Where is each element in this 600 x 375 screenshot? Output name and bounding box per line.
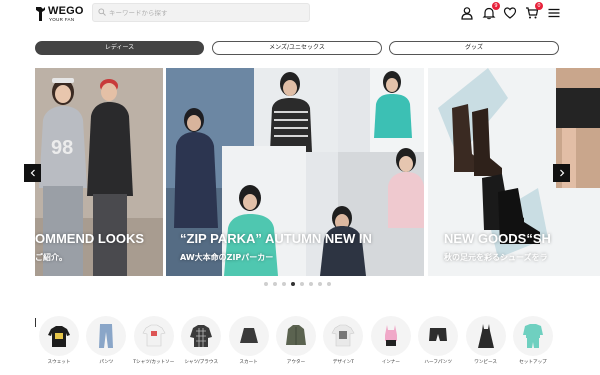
- category-thumbnail: [181, 316, 222, 356]
- category-item[interactable]: スウェット: [37, 316, 81, 370]
- category-thumbnail: [370, 316, 411, 356]
- brand-name: WEGO: [48, 5, 84, 17]
- carousel-prev-button[interactable]: [24, 164, 41, 182]
- chevron-left-icon: [30, 169, 35, 177]
- site-header: WEGO YOUR FAN 9 0: [0, 0, 600, 30]
- hero-carousel: 98 OMMEND LOOKS ご紹介。 “ZIP PARKA” AUTUMN …: [0, 68, 600, 276]
- cart-button[interactable]: 0: [525, 2, 543, 19]
- tab-ladies[interactable]: レディース: [35, 41, 204, 55]
- slide-zip-parka[interactable]: “ZIP PARKA” AUTUMN NEW IN AW大本命のZIPパーカー: [166, 68, 424, 276]
- carousel-next-button[interactable]: [553, 164, 570, 182]
- carousel-dot[interactable]: [264, 282, 268, 286]
- category-label: ハーフパンツ: [424, 360, 452, 365]
- category-label: インナー: [381, 360, 400, 365]
- carousel-dot[interactable]: [291, 282, 295, 286]
- skirt-icon: [239, 328, 258, 343]
- category-item[interactable]: ハーフパンツ: [416, 316, 460, 370]
- user-icon: [461, 7, 473, 20]
- category-label: アウター: [286, 360, 306, 365]
- category-item[interactable]: パンツ: [84, 316, 128, 370]
- category-label: スウェット: [47, 360, 71, 365]
- plaid-shirt-icon: [190, 325, 213, 347]
- slide-3-subtitle: 秋の足元を彩るシューズをラ: [444, 253, 548, 262]
- slide-2-title: “ZIP PARKA” AUTUMN NEW IN: [180, 231, 372, 246]
- category-thumbnail: [133, 316, 174, 356]
- category-thumbnail: [513, 316, 553, 356]
- carousel-dot[interactable]: [327, 282, 331, 286]
- category-item[interactable]: インナー: [369, 316, 413, 370]
- category-item[interactable]: シャツ/ブラウス: [179, 316, 223, 370]
- scroll-edge-indicator: [35, 318, 36, 327]
- carousel-dots: [264, 282, 331, 288]
- heart-icon: [503, 7, 517, 19]
- category-item[interactable]: Tシャツ/カットソー: [132, 316, 176, 370]
- jeans-icon: [99, 324, 114, 348]
- category-label: パンツ: [99, 360, 114, 365]
- category-thumbnail: [418, 316, 459, 356]
- cart-badge: 0: [535, 2, 543, 10]
- jacket-icon: [286, 325, 306, 345]
- tshirt-icon: [142, 324, 166, 347]
- account-button[interactable]: [460, 5, 474, 20]
- slide-1-subtitle: ご紹介。: [35, 253, 67, 262]
- category-item[interactable]: ワンピース: [464, 316, 508, 370]
- svg-text:98: 98: [51, 137, 73, 159]
- category-thumbnail: [39, 316, 79, 356]
- slide-1-title: OMMEND LOOKS: [35, 231, 145, 246]
- dress-icon: [477, 324, 494, 348]
- carousel-dot[interactable]: [273, 282, 277, 286]
- camisole-icon: [384, 325, 397, 346]
- logo-mark-icon: [36, 7, 45, 21]
- category-thumbnail: [86, 316, 127, 356]
- notifications-button[interactable]: 9: [482, 2, 500, 20]
- chevron-right-icon: [560, 169, 565, 177]
- brand-logo[interactable]: WEGO YOUR FAN: [35, 5, 83, 25]
- category-label: シャツ/ブラウス: [184, 360, 219, 365]
- carousel-dot[interactable]: [318, 282, 322, 286]
- tab-mens-unisex[interactable]: メンズ/ユニセックス: [212, 41, 382, 55]
- setup-icon: [523, 324, 543, 348]
- notifications-badge: 9: [492, 2, 500, 10]
- search-box[interactable]: [92, 3, 310, 22]
- tab-goods[interactable]: グッズ: [389, 41, 559, 55]
- menu-button[interactable]: [547, 5, 561, 19]
- category-thumbnail: [276, 316, 316, 356]
- category-label: デザインT: [332, 360, 354, 365]
- slide-recommend-looks[interactable]: 98 OMMEND LOOKS ご紹介。: [35, 68, 163, 276]
- search-icon: [98, 8, 106, 16]
- category-thumbnail: [323, 316, 364, 356]
- category-label: ワンピース: [474, 360, 497, 365]
- slide-new-goods-shoes[interactable]: NEW GOODS“SH 秋の足元を彩るシューズをラ: [428, 68, 600, 276]
- category-thumbnail: [228, 316, 269, 356]
- carousel-dot[interactable]: [300, 282, 304, 286]
- category-item[interactable]: アウター: [274, 316, 318, 370]
- category-thumbnail: [465, 316, 506, 356]
- category-label: Tシャツ/カットソー: [133, 360, 175, 365]
- favorites-button[interactable]: [503, 5, 517, 19]
- category-item[interactable]: デザインT: [321, 316, 365, 370]
- carousel-dot[interactable]: [282, 282, 286, 286]
- hamburger-icon: [548, 8, 560, 18]
- slide-2-subtitle: AW大本命のZIPパーカー: [180, 253, 274, 262]
- category-item[interactable]: スカート: [227, 316, 271, 370]
- search-input[interactable]: [109, 4, 304, 21]
- brand-tagline: YOUR FAN: [49, 17, 75, 22]
- category-label: スカート: [239, 360, 258, 365]
- graphic-tee-icon: [331, 324, 355, 347]
- shorts-icon: [429, 328, 448, 341]
- slide-3-title: NEW GOODS“SH: [444, 231, 551, 246]
- sweatshirt-icon: [48, 326, 70, 347]
- carousel-dot[interactable]: [309, 282, 313, 286]
- category-label: セットアップ: [519, 360, 547, 365]
- category-item[interactable]: セットアップ: [511, 316, 555, 370]
